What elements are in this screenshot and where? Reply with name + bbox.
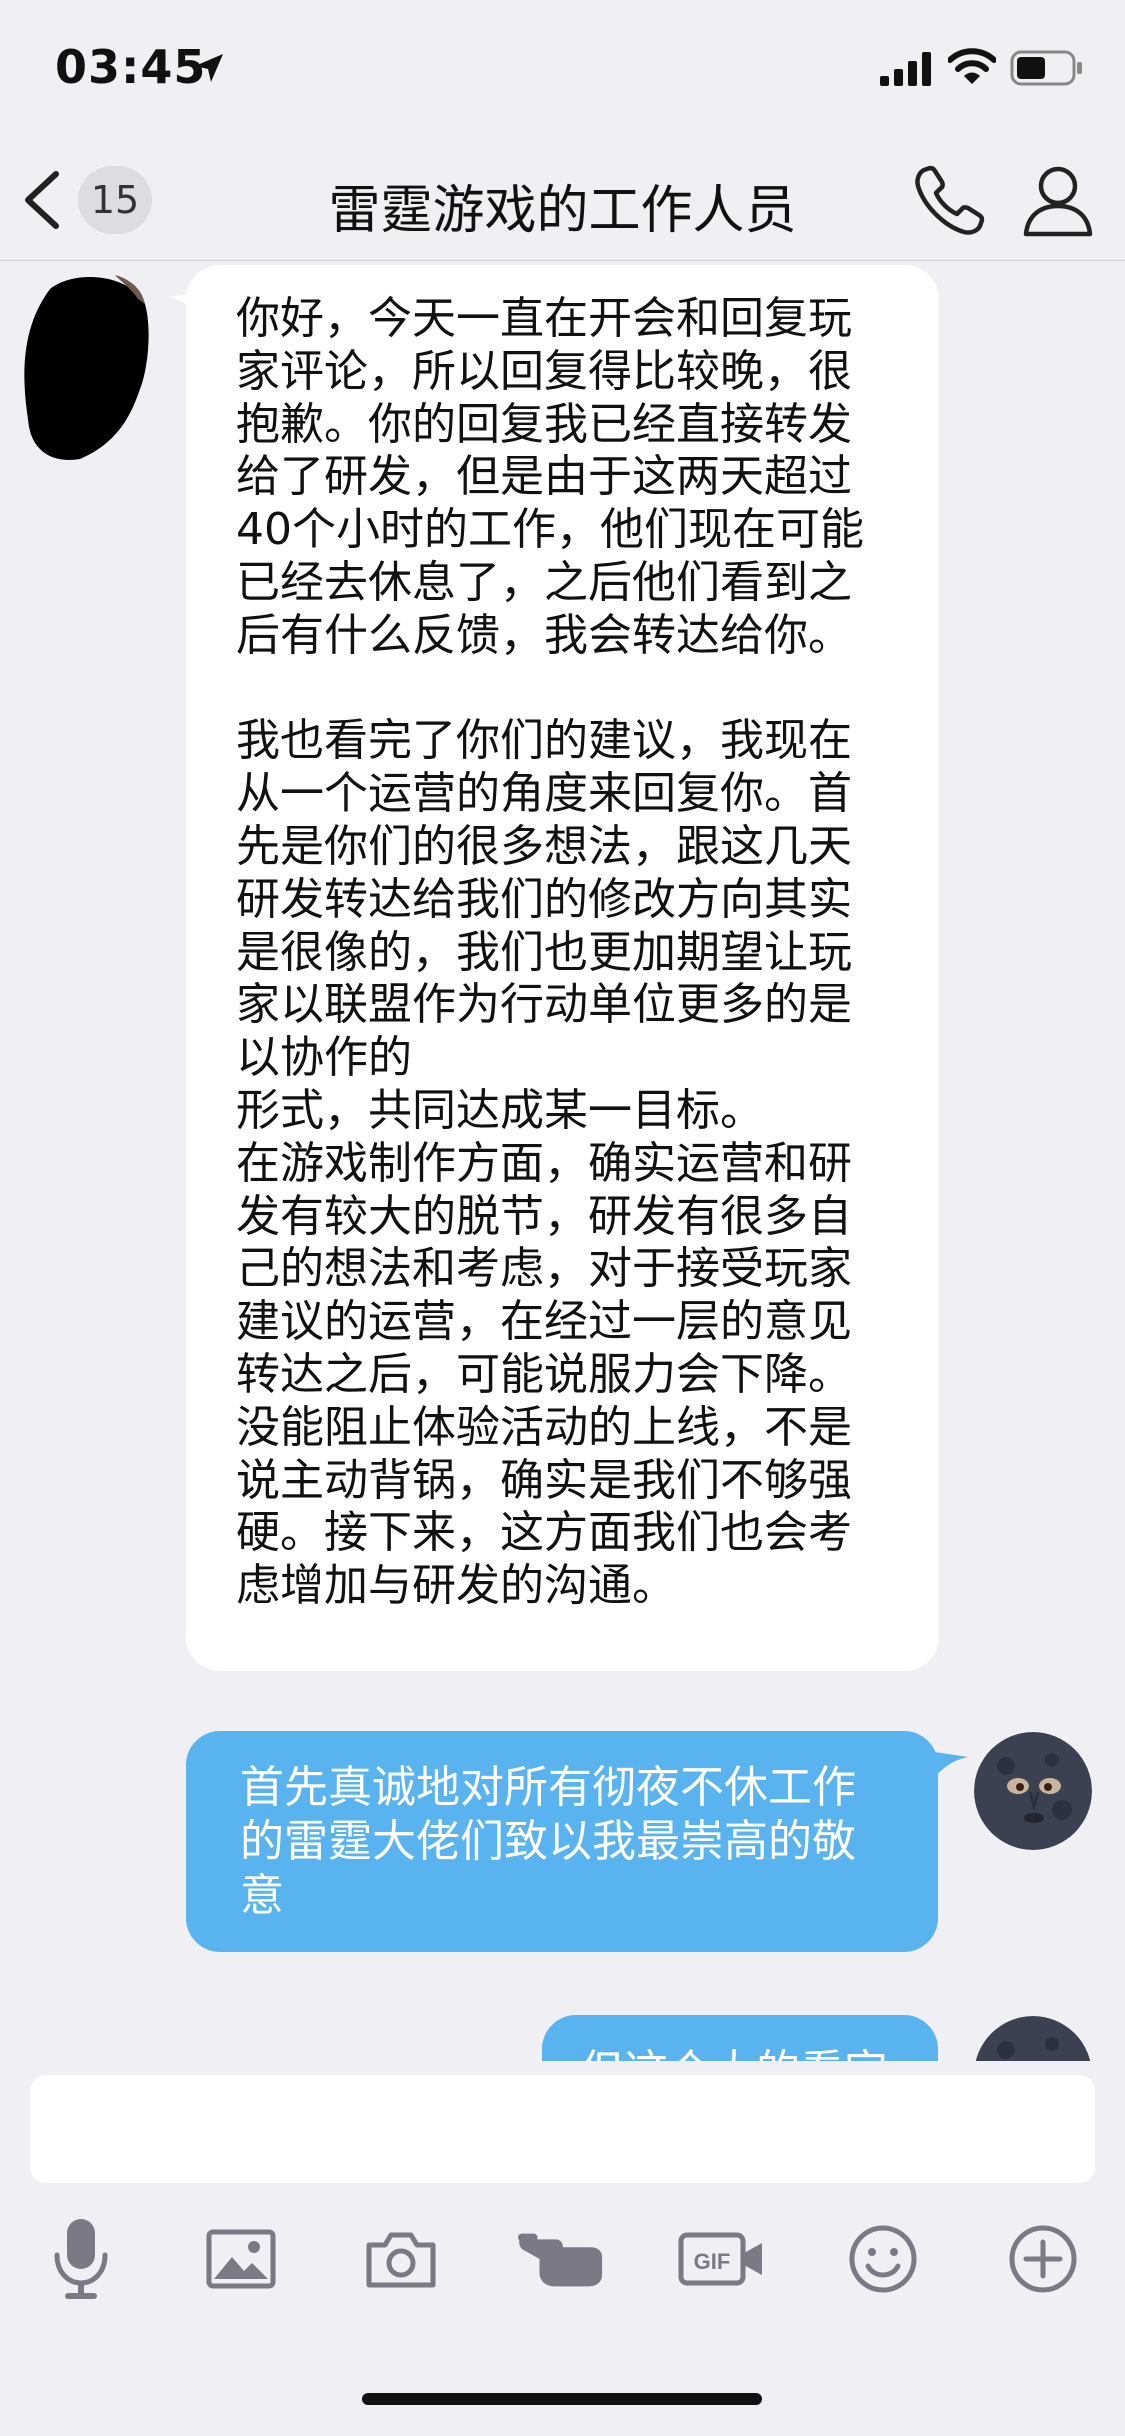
chat-title: 雷霆游戏的工作人员 bbox=[328, 181, 797, 241]
status-time: 03:45 bbox=[55, 40, 207, 94]
emoji-icon bbox=[849, 2225, 917, 2293]
emoji-button[interactable] bbox=[838, 2214, 928, 2304]
outgoing-message-bubble[interactable]: 首先真诚地对所有彻夜不休工作 的雷霆大佬们致以我最崇高的敬 意 bbox=[186, 1731, 938, 1952]
image-button[interactable] bbox=[196, 2214, 286, 2304]
input-toolbar: GIF bbox=[0, 2214, 1125, 2314]
location-arrow-icon bbox=[195, 54, 223, 82]
message-input[interactable] bbox=[30, 2075, 1095, 2183]
profile-icon[interactable] bbox=[1020, 160, 1096, 240]
outgoing-message-text-2: 但这个大的看完 bbox=[580, 2045, 910, 2061]
signal-icon bbox=[880, 52, 931, 86]
more-button[interactable] bbox=[998, 2214, 1088, 2304]
camera-icon bbox=[366, 2232, 436, 2288]
incoming-message-bubble[interactable]: 你好，今天一直在开会和回复玩 家评论，所以回复得比较晚，很 抱歉。你的回复我已经… bbox=[186, 265, 939, 1671]
image-icon bbox=[206, 2229, 276, 2289]
camera-button[interactable] bbox=[356, 2214, 446, 2304]
wifi-icon bbox=[948, 48, 996, 84]
add-icon bbox=[1009, 2225, 1077, 2293]
gif-icon: GIF bbox=[678, 2232, 762, 2286]
my-avatar-moon-2[interactable] bbox=[974, 2016, 1092, 2061]
sender-avatar[interactable] bbox=[20, 269, 150, 464]
outgoing-message-text: 首先真诚地对所有彻夜不休工作 的雷霆大佬们致以我最崇高的敬 意 bbox=[240, 1762, 856, 1921]
chat-messages[interactable]: 你好，今天一直在开会和回复玩 家评论，所以回复得比较晚，很 抱歉。你的回复我已经… bbox=[0, 261, 1125, 2061]
chat-nav-bar: 15 雷霆游戏的工作人员 bbox=[0, 140, 1125, 261]
voice-button[interactable] bbox=[36, 2214, 126, 2304]
microphone-icon bbox=[54, 2219, 108, 2299]
poke-button[interactable] bbox=[516, 2214, 606, 2304]
status-bar: 03:45 bbox=[0, 0, 1125, 140]
home-indicator[interactable] bbox=[362, 2393, 762, 2405]
phone-icon[interactable] bbox=[910, 160, 990, 240]
my-avatar-moon[interactable] bbox=[974, 1732, 1092, 1850]
gif-button[interactable]: GIF bbox=[676, 2214, 766, 2304]
incoming-message-text: 你好，今天一直在开会和回复玩 家评论，所以回复得比较晚，很 抱歉。你的回复我已经… bbox=[236, 293, 864, 1612]
outgoing-message-bubble-2[interactable]: 但这个大的看完 bbox=[542, 2015, 938, 2061]
unread-count-badge: 15 bbox=[78, 166, 152, 234]
svg-text:GIF: GIF bbox=[694, 2249, 731, 2274]
input-bar: GIF bbox=[0, 2062, 1125, 2436]
back-chevron-icon bbox=[25, 171, 59, 229]
back-button[interactable]: 15 bbox=[20, 162, 160, 238]
poke-hand-icon bbox=[517, 2233, 603, 2287]
battery-icon bbox=[1010, 50, 1082, 86]
